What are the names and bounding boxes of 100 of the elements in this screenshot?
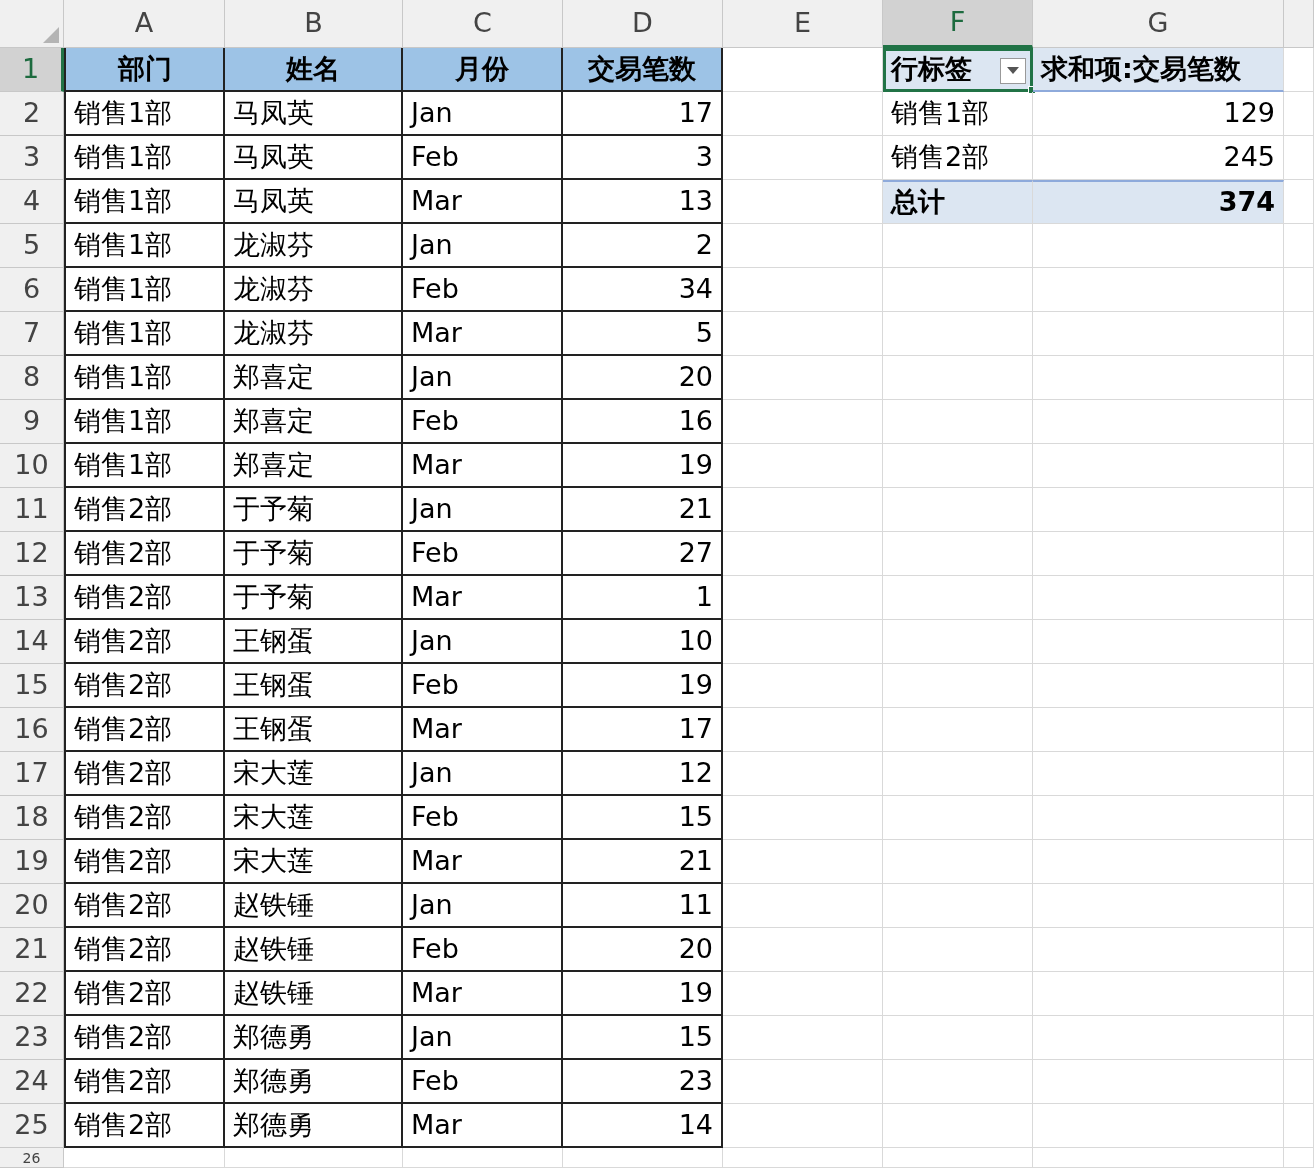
row-header[interactable]: 16 [0,708,64,752]
empty-cell [1284,224,1314,268]
row-header[interactable]: 10 [0,444,64,488]
table-cell: 销售1部 [64,268,225,312]
pivot-row-label-header: 行标签 [891,51,972,86]
table-cell: 销售1部 [64,312,225,356]
row-header[interactable]: 23 [0,1016,64,1060]
table-cell: Mar [403,708,563,752]
table-cell: Jan [403,1016,563,1060]
table-cell: 郑喜定 [225,400,403,444]
empty-cell [1284,620,1314,664]
table-cell: 销售2部 [64,840,225,884]
row-header[interactable]: 25 [0,1104,64,1148]
table-cell: 销售2部 [64,620,225,664]
table-cell: 12 [563,752,723,796]
table-cell: 21 [563,488,723,532]
column-heading-cell: 部门 [64,48,225,92]
table-cell: 19 [563,444,723,488]
row-header[interactable]: 2 [0,92,64,136]
table-cell: 16 [563,400,723,444]
table-cell: 21 [563,840,723,884]
row-header[interactable]: 17 [0,752,64,796]
table-cell: 销售1部 [64,136,225,180]
table-cell: 销售1部 [64,356,225,400]
column-header[interactable]: G [1033,0,1284,48]
table-cell: 34 [563,268,723,312]
row-header[interactable]: 15 [0,664,64,708]
row-header[interactable]: 1 [0,48,64,92]
empty-cell [1284,92,1314,136]
table-cell: Mar [403,1104,563,1148]
empty-cell [1284,268,1314,312]
empty-cell [1284,400,1314,444]
row-header[interactable]: 5 [0,224,64,268]
table-cell: 销售2部 [64,752,225,796]
empty-cell [1284,532,1314,576]
row-header[interactable]: 4 [0,180,64,224]
pivot-value-cell: 129 [1033,92,1284,136]
table-cell: Jan [403,92,563,136]
table-cell: 11 [563,884,723,928]
table-cell: Feb [403,136,563,180]
table-cell: 19 [563,972,723,1016]
table-cell: 宋大莲 [225,796,403,840]
pivot-value-header: 求和项:交易笔数 [1033,48,1284,92]
empty-cell [1284,180,1314,224]
table-cell: 20 [563,356,723,400]
table-cell: 2 [563,224,723,268]
table-cell: 20 [563,928,723,972]
table-cell: 1 [563,576,723,620]
table-cell: 郑喜定 [225,444,403,488]
row-header[interactable]: 24 [0,1060,64,1104]
column-header[interactable]: F [883,0,1033,48]
table-cell: 销售2部 [64,972,225,1016]
column-header[interactable]: A [64,0,225,48]
empty-cell [1284,664,1314,708]
column-header[interactable]: E [723,0,883,48]
row-header[interactable]: 14 [0,620,64,664]
empty-cell [1284,356,1314,400]
table-cell: 马凤英 [225,180,403,224]
table-cell: 王钢蛋 [225,620,403,664]
filter-dropdown-button[interactable] [1000,58,1026,84]
row-header[interactable]: 12 [0,532,64,576]
table-cell: 销售1部 [64,180,225,224]
row-header[interactable]: 7 [0,312,64,356]
row-header[interactable]: 20 [0,884,64,928]
row-header[interactable]: 26 [0,1148,64,1168]
table-cell: 王钢蛋 [225,664,403,708]
empty-cell [1284,752,1314,796]
table-cell: 17 [563,92,723,136]
table-cell: Feb [403,400,563,444]
row-header[interactable]: 19 [0,840,64,884]
table-cell: Jan [403,224,563,268]
pivot-row-label: 销售1部 [883,92,1033,136]
row-header[interactable]: 9 [0,400,64,444]
table-cell: 3 [563,136,723,180]
table-cell: 郑德勇 [225,1104,403,1148]
row-header[interactable]: 21 [0,928,64,972]
row-header[interactable]: 18 [0,796,64,840]
table-cell: 17 [563,708,723,752]
caret-icon [1007,67,1019,75]
row-header[interactable]: 6 [0,268,64,312]
row-header[interactable]: 11 [0,488,64,532]
pivot-row-label: 总计 [883,180,1033,224]
row-header[interactable]: 22 [0,972,64,1016]
column-header[interactable]: B [225,0,403,48]
row-header[interactable]: 3 [0,136,64,180]
empty-cell [1284,884,1314,928]
row-header[interactable]: 8 [0,356,64,400]
table-cell: 销售2部 [64,488,225,532]
table-cell: 销售2部 [64,1104,225,1148]
empty-cell [1284,708,1314,752]
empty-cell [1284,1016,1314,1060]
table-cell: Feb [403,1060,563,1104]
empty-cell [1284,444,1314,488]
table-cell: 销售1部 [64,444,225,488]
empty-cell [1284,972,1314,1016]
table-cell: Mar [403,444,563,488]
column-header[interactable]: C [403,0,563,48]
table-cell: 14 [563,1104,723,1148]
row-header[interactable]: 13 [0,576,64,620]
column-header[interactable]: D [563,0,723,48]
